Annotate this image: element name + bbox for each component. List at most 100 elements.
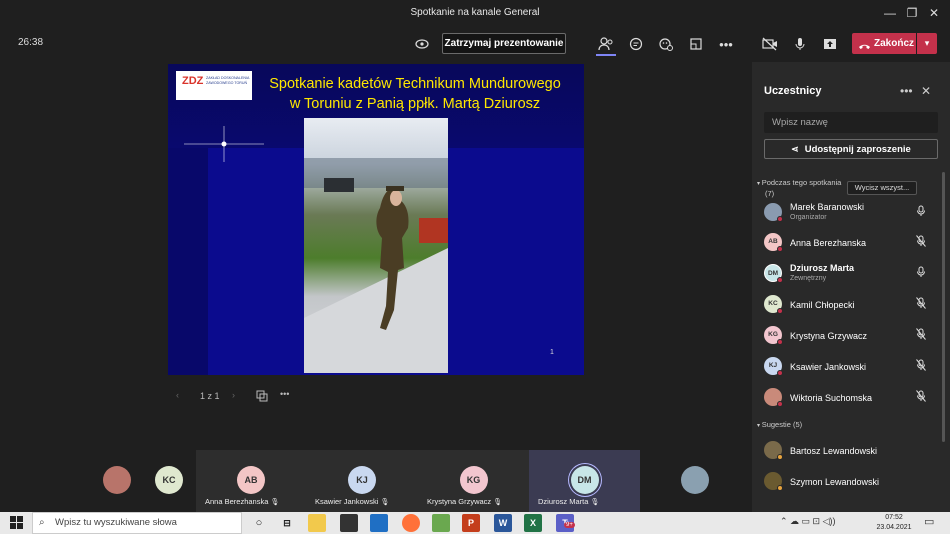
status-badge <box>777 454 783 460</box>
status-badge <box>777 401 783 407</box>
in-meeting-section-header[interactable]: ▾ Podczas tego spotkania (7) <box>757 178 841 199</box>
word-icon[interactable]: W <box>494 514 512 532</box>
eye-icon[interactable] <box>412 34 432 54</box>
mic-muted-icon: 🎙 <box>380 499 390 506</box>
previous-slide-icon[interactable]: ‹ <box>176 390 179 400</box>
camera-off-icon[interactable] <box>760 34 780 54</box>
rooms-icon[interactable] <box>686 34 706 54</box>
taskbar-search-placeholder: Wpisz tu wyszukiwane słowa <box>55 517 177 528</box>
gallery-tile[interactable]: KG Krystyna Grzywacz 🎙 <box>418 450 529 512</box>
avatar-initials: KJ <box>356 475 368 485</box>
gallery-tile[interactable]: KJ Ksawier Jankowski 🎙 <box>306 450 418 512</box>
share-screen-icon[interactable] <box>820 34 840 54</box>
participant-row[interactable]: KC Kamil Chłopecki <box>764 290 944 318</box>
logo-text: ZAKŁAD DOSKONALENIA ZAWODOWEGO TORUŃ <box>206 76 250 85</box>
gallery-tile[interactable]: DM Dziurosz Marta 🎙 <box>529 450 640 512</box>
participant-row[interactable]: Marek Baranowski Organizator <box>764 198 944 226</box>
mic-muted-icon[interactable] <box>916 297 928 311</box>
powerpoint-icon[interactable]: P <box>462 514 480 532</box>
task-view-icon[interactable]: ○ <box>250 514 268 532</box>
stop-presenting-button[interactable]: Zatrzymaj prezentowanie <box>442 33 566 54</box>
next-slide-icon[interactable]: › <box>232 390 235 400</box>
participant-role: Zewnętrzny <box>790 275 827 282</box>
gallery-tile[interactable] <box>640 450 750 512</box>
windows-start-icon[interactable] <box>10 516 23 534</box>
microphone-icon[interactable] <box>790 34 810 54</box>
minimize-icon[interactable]: — <box>880 3 900 23</box>
suggestions-section-header[interactable]: ▾ Sugestie (5) <box>757 420 802 429</box>
mic-muted-icon[interactable] <box>916 235 928 249</box>
participant-row[interactable]: DM Dziurosz Marta Zewnętrzny <box>764 259 944 287</box>
hang-up-icon <box>858 38 871 59</box>
participants-icon[interactable] <box>596 34 616 54</box>
avatar-initials: KC <box>768 300 778 307</box>
participant-name: Dziurosz Marta <box>790 263 855 273</box>
close-window-icon[interactable]: ✕ <box>924 3 944 23</box>
in-meeting-label: Podczas tego spotkania <box>761 178 842 187</box>
slide-thumbnails-icon[interactable] <box>256 390 268 404</box>
suggestion-row[interactable]: Szymon Lewandowski <box>764 467 944 495</box>
chevron-down-icon[interactable]: ▾ <box>917 33 937 54</box>
mic-muted-icon[interactable] <box>916 328 928 342</box>
status-badge <box>777 370 783 376</box>
chat-icon[interactable] <box>626 34 646 54</box>
file-explorer-icon[interactable] <box>308 514 326 532</box>
share-invite-button[interactable]: ⋖ Udostępnij zaproszenie <box>764 139 938 159</box>
gallery-tile[interactable] <box>92 450 142 512</box>
slide-title-line-2: w Toruniu z Panią ppłk. Martą Dziurosz <box>289 96 541 112</box>
window-title: Spotkanie na kanale General <box>410 7 540 18</box>
mic-muted-icon: 🎙 <box>590 499 600 506</box>
avatar-initials: DM <box>767 270 779 277</box>
participant-name: Kamil Chłopecki <box>790 300 855 310</box>
zdz-logo: ZDZ ZAKŁAD DOSKONALENIA ZAWODOWEGO TORUŃ <box>176 71 252 100</box>
panel-scrollbar[interactable] <box>942 172 945 442</box>
slide-page-number: 1 <box>550 349 554 356</box>
avatar <box>103 466 131 494</box>
calculator-icon[interactable] <box>432 514 450 532</box>
status-badge <box>777 277 783 283</box>
panel-more-icon[interactable]: ••• <box>900 84 913 98</box>
suggestion-name: Szymon Lewandowski <box>790 477 880 487</box>
logo-mark: ZDZ <box>182 75 204 87</box>
suggestion-row[interactable]: Bartosz Lewandowski <box>764 436 944 464</box>
notifications-icon[interactable]: ▭ <box>924 515 934 528</box>
end-call-button[interactable]: Zakończ <box>852 33 916 54</box>
avatar: KJ <box>348 466 376 494</box>
microphone-icon[interactable] <box>916 205 928 219</box>
slide-title-line-1: Spotkanie kadetów Technikum Mundurowego <box>269 76 561 92</box>
gallery-tile[interactable]: KC <box>142 450 196 512</box>
mail-icon[interactable] <box>370 514 388 532</box>
taskbar-clock[interactable]: 07:52 23.04.2021 <box>876 513 912 533</box>
system-tray-icons[interactable]: ⌃ ☁ ▭ ⊡ ◁)) <box>780 516 836 527</box>
participant-search-input[interactable] <box>764 112 938 133</box>
status-badge <box>777 216 783 222</box>
store-icon[interactable] <box>340 514 358 532</box>
widgets-icon[interactable]: ⊟ <box>278 514 296 532</box>
maximize-icon[interactable]: ❐ <box>902 3 922 23</box>
mute-all-button[interactable]: Wycisz wszyst... <box>847 181 917 195</box>
avatar-initials: AB <box>768 238 778 245</box>
more-actions-icon[interactable]: ••• <box>716 34 736 54</box>
close-icon[interactable]: ✕ <box>921 84 931 98</box>
avatar: KG <box>459 466 488 494</box>
taskbar-search-input[interactable]: ⌕ Wpisz tu wyszukiwane słowa <box>32 512 242 534</box>
mic-muted-icon[interactable] <box>916 359 928 373</box>
participant-row[interactable]: KG Krystyna Grzywacz <box>764 321 944 349</box>
gallery-tile-name: Ksawier Jankowski 🎙 <box>315 497 389 506</box>
participant-name: Ksawier Jankowski <box>790 362 867 372</box>
slide-more-icon[interactable]: ••• <box>280 389 289 399</box>
gallery-name-text: Krystyna Grzywacz <box>427 497 492 506</box>
participant-name: Marek Baranowski <box>790 202 865 212</box>
participant-row[interactable]: AB Anna Berezhanska <box>764 228 944 256</box>
firefox-icon[interactable] <box>402 514 420 532</box>
avatar-initials: KC <box>162 475 176 485</box>
microphone-icon[interactable] <box>916 266 928 280</box>
participant-row[interactable]: KJ Ksawier Jankowski <box>764 352 944 380</box>
participant-row[interactable]: Wiktoria Suchomska <box>764 383 944 411</box>
gallery-tile[interactable]: AB Anna Berezhanska 🎙 <box>196 450 306 512</box>
gallery-tile-name: Dziurosz Marta 🎙 <box>538 497 599 506</box>
mic-muted-icon[interactable] <box>916 390 928 404</box>
reactions-icon[interactable] <box>656 34 676 54</box>
excel-icon[interactable]: X <box>524 514 542 532</box>
clock-date: 23.04.2021 <box>876 524 912 531</box>
